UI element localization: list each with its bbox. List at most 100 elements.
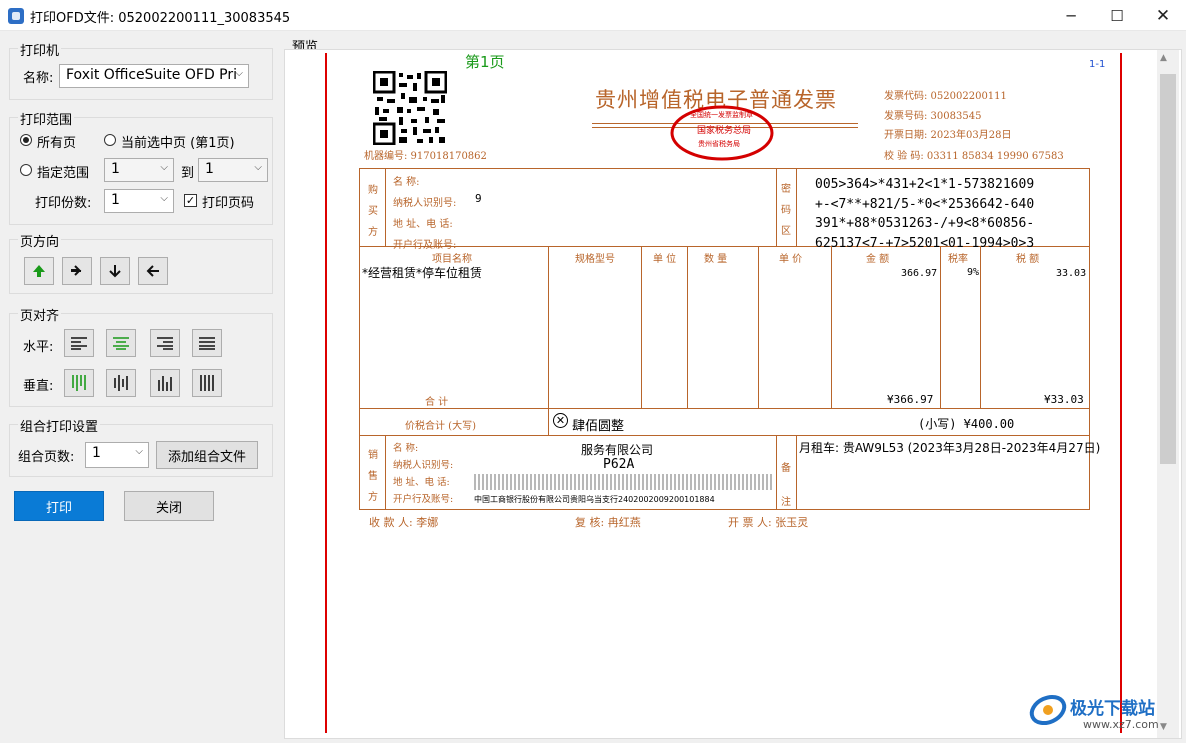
header-tax: 税 额 xyxy=(1016,254,1040,265)
issuer: 开 票 人: 张玉灵 xyxy=(728,516,809,529)
printer-select-value: Foxit OfficeSuite OFD Pri xyxy=(66,67,238,83)
col-divider xyxy=(940,246,941,408)
item-name: *经营租赁*停车位租赁 xyxy=(362,266,483,280)
invoice-date: 开票日期: 2023年03月28日 xyxy=(884,130,1012,141)
grand-total-label: 价税合计 (大写) xyxy=(405,421,476,432)
current-page-radio[interactable] xyxy=(104,134,116,146)
copies-value: 1 xyxy=(111,192,120,208)
total-amount: ¥366.97 xyxy=(887,393,934,406)
col-divider xyxy=(385,435,386,510)
payee: 收 款 人: 李娜 xyxy=(369,516,439,529)
chevron-down-icon: ⌵ xyxy=(135,446,143,457)
print-button[interactable]: 打印 xyxy=(14,491,104,521)
printer-select[interactable]: Foxit OfficeSuite OFD Pri ⌵ xyxy=(59,64,249,88)
valign-bottom-icon xyxy=(158,376,172,391)
valign-middle-button[interactable] xyxy=(106,369,136,397)
invoice-number: 发票号码: 30083545 xyxy=(884,111,982,122)
arrow-right-icon xyxy=(71,265,82,276)
range-to-label: 到 xyxy=(181,166,195,181)
align-right-button[interactable] xyxy=(150,329,180,357)
combine-pages-label: 组合页数: xyxy=(18,450,75,465)
row-divider xyxy=(359,435,1090,436)
add-combine-file-button[interactable]: 添加组合文件 xyxy=(156,441,258,469)
print-page-number-checkbox[interactable]: ✓ xyxy=(184,194,197,207)
header-unit: 单 位 xyxy=(653,254,677,265)
minimize-icon[interactable]: ─ xyxy=(1048,0,1094,31)
check-code: 校 验 码: 03311 85834 19990 67583 xyxy=(884,151,1064,162)
orient-left-button[interactable] xyxy=(138,257,168,285)
align-left-button[interactable] xyxy=(64,329,94,357)
col-divider xyxy=(548,246,549,435)
align-title: 页对齐 xyxy=(18,305,62,324)
scroll-down-icon[interactable]: ▼ xyxy=(1160,722,1167,732)
item-amount: 366.97 xyxy=(901,268,938,279)
combine-pages-select[interactable]: 1 ⌵ xyxy=(85,442,149,468)
buyer-taxid: 9 xyxy=(475,192,482,205)
chevron-down-icon: ⌵ xyxy=(254,162,262,173)
combine-title: 组合打印设置 xyxy=(18,416,101,435)
range-to-value: 1 xyxy=(205,161,214,177)
orient-down-button[interactable] xyxy=(100,257,130,285)
print-range-title: 打印范围 xyxy=(18,109,75,128)
cipher-area: 005>364>*431+2<1*1-573821609 +-<7**+821/5… xyxy=(815,177,1035,251)
maximize-icon[interactable]: ☐ xyxy=(1094,0,1140,31)
orient-right-button[interactable] xyxy=(62,257,92,285)
horizontal-label: 水平: xyxy=(23,340,54,355)
col-divider xyxy=(796,435,797,510)
valign-middle-icon xyxy=(114,375,128,391)
col-divider xyxy=(641,246,642,408)
scroll-up-icon[interactable]: ▲ xyxy=(1160,53,1167,63)
total-tax: ¥33.03 xyxy=(1044,393,1084,406)
close-icon[interactable]: ✕ xyxy=(1140,0,1186,31)
specified-range-radio[interactable] xyxy=(20,164,32,176)
remark: 月租车: 贵AW9L53 (2023年3月28日-2023年4月27日) xyxy=(799,441,1101,455)
align-center-icon xyxy=(113,337,129,350)
align-center-button[interactable] xyxy=(106,329,136,357)
page-label: 第1页 xyxy=(465,53,505,71)
align-justify-button[interactable] xyxy=(192,329,222,357)
scrollbar-thumb[interactable] xyxy=(1160,74,1176,464)
close-button[interactable]: 关闭 xyxy=(124,491,214,521)
vertical-label: 垂直: xyxy=(23,379,54,394)
buyer-side-label: 购买方 xyxy=(368,185,378,238)
col-divider xyxy=(385,168,386,246)
row-divider xyxy=(359,408,1090,409)
col-divider xyxy=(776,168,777,246)
watermark-text: 极光下载站 xyxy=(1070,699,1155,719)
chevron-down-icon: ⌵ xyxy=(160,193,168,204)
valign-justify-button[interactable] xyxy=(192,369,222,397)
all-pages-label: 所有页 xyxy=(37,136,77,151)
print-page-number-label: 打印页码 xyxy=(202,196,255,211)
seller-taxid: P62A xyxy=(603,457,635,472)
window-title: 打印OFD文件: 052002200111_30083545 xyxy=(30,11,291,26)
valign-top-button[interactable] xyxy=(64,369,94,397)
col-divider xyxy=(796,168,797,246)
align-right-icon xyxy=(157,337,173,350)
buyer-fields: 名 称: 纳税人识别号: 地 址、电 话: 开户行及账号: xyxy=(393,177,457,251)
combine-group: 组合打印设置 组合页数: 1 ⌵ 添加组合文件 xyxy=(9,416,273,477)
reviewer: 复 核: 冉红燕 xyxy=(575,516,641,529)
seller-address-redacted xyxy=(474,474,774,490)
align-justify-icon xyxy=(199,337,215,350)
copies-label: 打印份数: xyxy=(35,196,92,211)
all-pages-radio[interactable] xyxy=(20,134,32,146)
remark-side-label: 备注 xyxy=(781,463,791,508)
copies-select[interactable]: 1 ⌵ xyxy=(104,189,174,213)
print-range-group: 打印范围 所有页 当前选中页 (第1页) 指定范围 1 ⌵ 到 1 ⌵ 打印份数… xyxy=(9,109,273,225)
page-right-border xyxy=(1120,53,1122,733)
arrow-left-icon xyxy=(146,265,159,277)
header-item-name: 项目名称 xyxy=(432,254,472,265)
app-icon xyxy=(8,8,24,24)
arrow-down-icon xyxy=(109,265,121,278)
range-from-select[interactable]: 1 ⌵ xyxy=(104,158,174,182)
range-to-select[interactable]: 1 ⌵ xyxy=(198,158,268,182)
chevron-down-icon: ⌵ xyxy=(160,162,168,173)
machine-number: 机器编号: 917018170862 xyxy=(364,151,487,162)
orient-up-button[interactable] xyxy=(24,257,54,285)
valign-bottom-button[interactable] xyxy=(150,369,180,397)
col-divider xyxy=(831,246,832,408)
header-spec: 规格型号 xyxy=(575,254,615,265)
printer-group: 打印机 名称: Foxit OfficeSuite OFD Pri ⌵ xyxy=(9,40,273,100)
stamp-mid-text: 国家税务总局 xyxy=(697,126,752,136)
cipher-side-label: 密码区 xyxy=(781,184,791,237)
